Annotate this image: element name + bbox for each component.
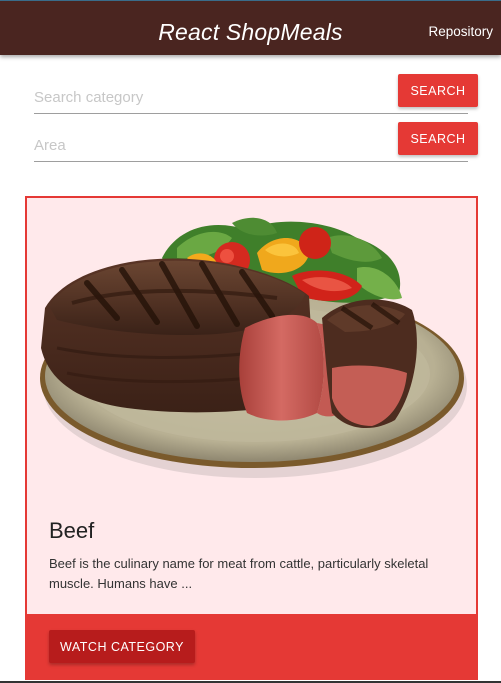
watch-category-button[interactable]: WATCH CATEGORY — [49, 630, 195, 663]
card-action-bar: WATCH CATEGORY — [27, 614, 476, 678]
repository-link[interactable]: Repository — [428, 23, 493, 41]
category-search-row: SEARCH — [34, 74, 478, 114]
search-area-button[interactable]: SEARCH — [398, 122, 478, 155]
app-frame: React ShopMeals Repository SEARCH SEARCH — [0, 0, 501, 683]
category-card: Beef Beef is the culinary name for meat … — [25, 196, 478, 680]
card-description: Beef is the culinary name for meat from … — [49, 556, 429, 591]
search-category-button[interactable]: SEARCH — [398, 74, 478, 107]
area-search-row: SEARCH — [34, 122, 478, 162]
brand-title[interactable]: React ShopMeals — [0, 17, 501, 47]
card-title: Beef — [49, 518, 95, 543]
category-image — [40, 217, 467, 478]
top-navbar: React ShopMeals Repository — [0, 0, 501, 55]
